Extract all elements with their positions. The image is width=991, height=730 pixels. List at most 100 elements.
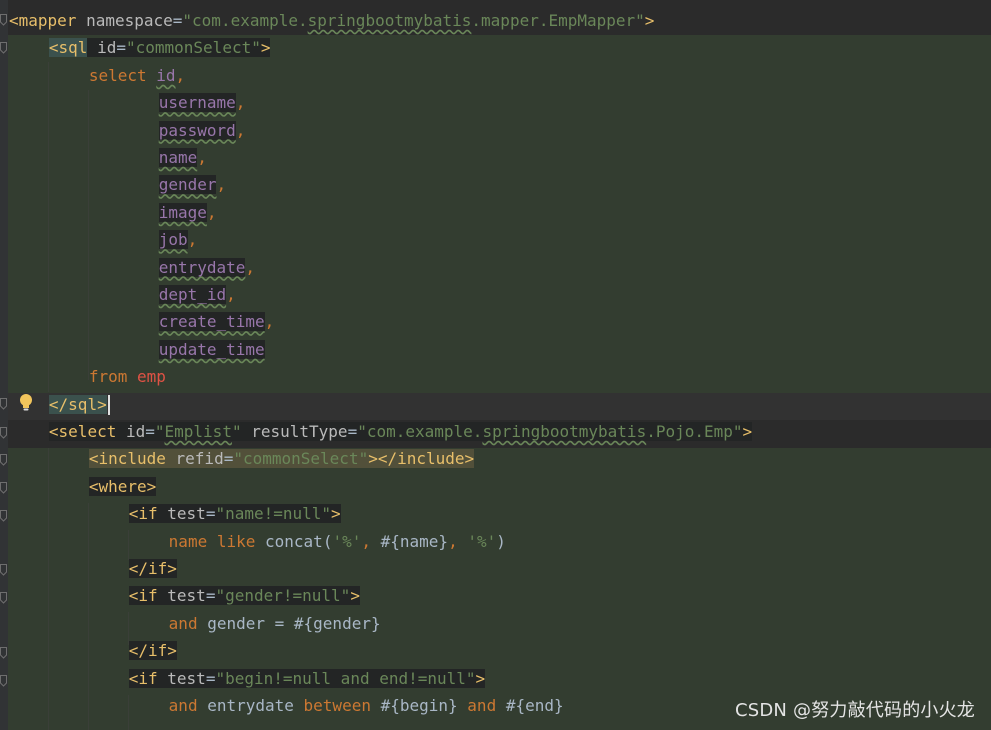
code-token: ) xyxy=(496,531,506,551)
code-token: = xyxy=(205,668,216,688)
code-token: " xyxy=(154,422,165,441)
code-line[interactable]: name, xyxy=(158,144,207,171)
code-token: resultType xyxy=(251,422,348,441)
code-token xyxy=(241,422,252,441)
code-token: <if xyxy=(128,668,168,688)
code-line[interactable]: <if test="name!=null"> xyxy=(128,500,341,527)
code-token: test xyxy=(167,586,206,606)
code-token: between xyxy=(303,696,381,715)
fold-marker-icon[interactable] xyxy=(0,14,7,26)
code-token: '%' xyxy=(467,531,497,551)
code-token: , xyxy=(448,531,468,551)
indent-guide xyxy=(88,90,89,380)
code-token: > xyxy=(260,38,271,58)
code-token: .Pojo.Emp" xyxy=(646,422,743,441)
code-token: name xyxy=(168,531,217,551)
code-token: and xyxy=(467,696,506,715)
code-line[interactable]: image, xyxy=(158,199,217,226)
code-line[interactable]: entrydate, xyxy=(158,254,256,281)
fold-marker-icon[interactable] xyxy=(0,454,7,466)
code-token: "begin!=null and end!=null" xyxy=(215,668,476,688)
editor-gutter[interactable] xyxy=(0,0,8,730)
code-token: '%' xyxy=(332,531,362,551)
code-token: test xyxy=(167,668,206,688)
code-line[interactable]: <include refid="commonSelect"></include> xyxy=(88,445,475,472)
code-line[interactable]: and entrydate between #{begin} and #{end… xyxy=(169,692,564,719)
code-token: , xyxy=(264,312,275,332)
code-line[interactable]: create_time, xyxy=(158,308,275,335)
fold-marker-icon[interactable] xyxy=(0,647,7,659)
code-line[interactable]: username, xyxy=(158,89,246,116)
code-token: = xyxy=(205,504,216,524)
code-token: , xyxy=(206,202,217,222)
code-token: test xyxy=(167,504,206,524)
code-editor[interactable]: <mapper namespace="com.example.springboo… xyxy=(0,0,991,730)
code-token: job xyxy=(158,230,188,250)
code-line[interactable]: password, xyxy=(158,117,245,144)
code-token: create_time xyxy=(158,312,265,332)
code-token: select xyxy=(88,65,157,85)
fold-marker-icon[interactable] xyxy=(0,675,7,687)
fold-marker-icon[interactable] xyxy=(0,592,7,604)
code-line[interactable]: name like concat('%', #{name}, '%') xyxy=(169,528,506,555)
code-token: "commonSelect" xyxy=(125,38,261,58)
code-token: > xyxy=(475,668,486,688)
code-token: #{begin} xyxy=(380,696,468,715)
code-line[interactable]: <sql id="commonSelect"> xyxy=(48,34,271,61)
code-token: , xyxy=(235,93,246,113)
code-line[interactable]: gender, xyxy=(158,171,227,198)
code-line[interactable]: dept_id, xyxy=(158,281,236,308)
code-token: and xyxy=(168,613,208,633)
fold-marker-icon[interactable] xyxy=(0,564,7,576)
code-line[interactable]: from emp xyxy=(89,363,166,390)
code-line[interactable]: <where> xyxy=(88,473,157,500)
fold-marker-icon[interactable] xyxy=(0,42,7,54)
code-token: <include xyxy=(88,449,176,469)
code-token: entrydate xyxy=(207,696,304,715)
code-line[interactable]: </if> xyxy=(128,555,177,582)
code-line[interactable]: select id, xyxy=(89,62,185,89)
code-line[interactable]: <if test="gender!=null"> xyxy=(128,582,360,609)
code-token: , xyxy=(216,175,227,195)
code-token: <if xyxy=(128,504,168,524)
code-line[interactable]: <mapper namespace="com.example.springboo… xyxy=(9,7,654,34)
code-token: , xyxy=(187,230,198,250)
fold-marker-icon[interactable] xyxy=(0,398,7,410)
fold-marker-icon[interactable] xyxy=(0,427,7,439)
code-token: #{name} xyxy=(380,531,449,551)
intention-bulb-icon[interactable] xyxy=(17,393,35,413)
fold-marker-icon[interactable] xyxy=(0,510,7,522)
code-token: , xyxy=(175,65,186,85)
code-token: <select xyxy=(48,422,126,441)
code-line[interactable]: job, xyxy=(158,226,198,253)
code-token: id xyxy=(125,422,146,441)
fold-marker-icon[interactable] xyxy=(0,482,7,494)
code-token: gender = #{gender} xyxy=(207,613,381,633)
code-token: "commonSelect" xyxy=(233,449,369,469)
code-token: > xyxy=(350,586,360,606)
code-line[interactable]: <if test="begin!=null and end!=null"> xyxy=(128,665,486,692)
code-token: , xyxy=(361,531,381,551)
code-token: #{end} xyxy=(505,696,564,715)
code-token: concat( xyxy=(265,531,333,551)
code-token: <mapper xyxy=(9,11,87,30)
code-token: and xyxy=(168,696,208,715)
code-token: emp xyxy=(137,367,166,387)
code-line[interactable]: </sql> xyxy=(48,391,110,418)
code-token: = xyxy=(223,449,234,469)
code-token: <sql xyxy=(48,38,88,58)
code-token: username xyxy=(158,93,236,113)
code-token: <where> xyxy=(88,476,157,496)
code-token: > xyxy=(331,504,341,524)
indent-guide xyxy=(128,695,129,730)
code-line[interactable]: </if> xyxy=(128,637,177,664)
code-token: springbootmybatis xyxy=(482,422,647,441)
code-line[interactable]: and gender = #{gender} xyxy=(169,610,381,637)
code-line[interactable]: <select id="Emplist" resultType="com.exa… xyxy=(48,418,753,445)
code-token: , xyxy=(197,148,207,167)
code-token: gender xyxy=(158,175,217,195)
code-token: , xyxy=(226,285,236,304)
code-token: , xyxy=(245,257,256,277)
code-line[interactable]: update_time xyxy=(158,336,265,363)
text-caret xyxy=(107,395,110,416)
